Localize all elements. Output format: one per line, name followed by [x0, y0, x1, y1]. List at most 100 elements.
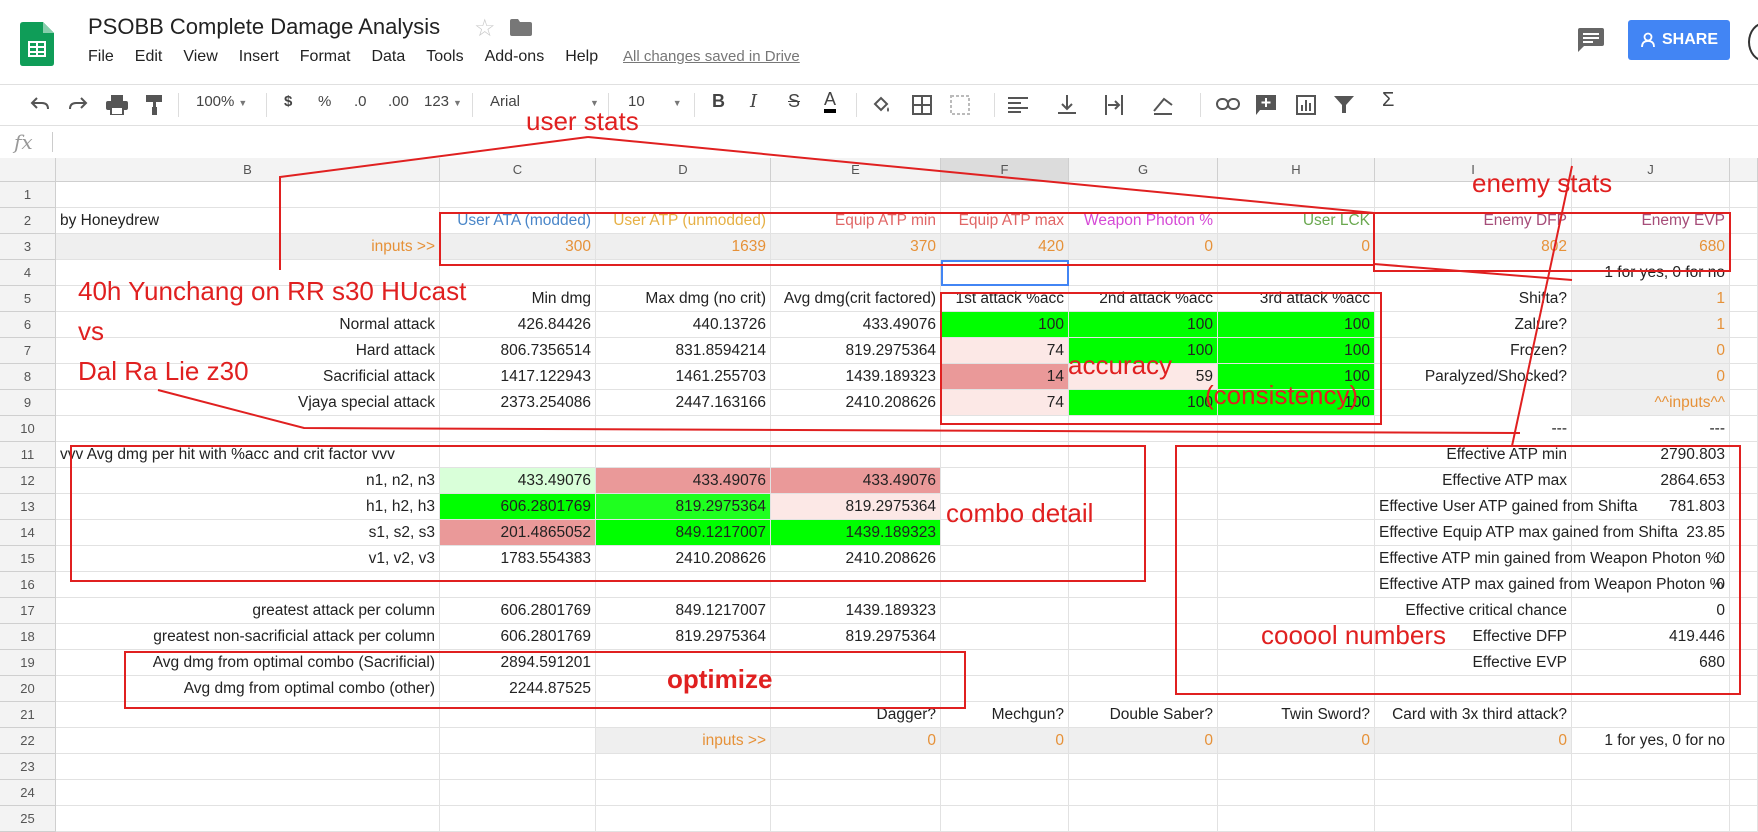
cell-d3[interactable]: 1639 — [596, 234, 771, 260]
cell-c14[interactable]: 201.4865052 — [440, 520, 596, 546]
currency-button[interactable]: $ — [284, 93, 292, 110]
cell-g14[interactable] — [1069, 520, 1218, 546]
cell-c18[interactable]: 606.2801769 — [440, 624, 596, 650]
cell-g25[interactable] — [1069, 806, 1218, 832]
cell-b2[interactable]: by Honeydrew — [56, 208, 440, 234]
cell-c6[interactable]: 426.84426 — [440, 312, 596, 338]
menu-tools[interactable]: Tools — [426, 48, 463, 66]
menu-edit[interactable]: Edit — [135, 48, 163, 66]
vertical-align-icon[interactable] — [1058, 95, 1076, 115]
insert-comment-icon[interactable] — [1256, 95, 1276, 115]
cell-i11[interactable]: Effective ATP min — [1375, 442, 1572, 468]
cell-i16[interactable]: Effective ATP max gained from Weapon Pho… — [1375, 572, 1723, 598]
cell-g8[interactable]: 59 — [1069, 364, 1218, 390]
cell-b17[interactable]: greatest attack per column — [56, 598, 440, 624]
cell-g23[interactable] — [1069, 754, 1218, 780]
column-header-e[interactable]: E — [771, 158, 941, 182]
cell-d25[interactable] — [596, 806, 771, 832]
cell-h6[interactable]: 100 — [1218, 312, 1375, 338]
cell-d14[interactable]: 849.1217007 — [596, 520, 771, 546]
cell-j2[interactable]: Enemy EVP — [1572, 208, 1730, 234]
row-header-25[interactable]: 25 — [0, 806, 56, 832]
cell-b15[interactable]: v1, v2, v3 — [56, 546, 440, 572]
folder-icon[interactable] — [510, 19, 532, 36]
cell-f19[interactable] — [941, 650, 1069, 676]
cell-e19[interactable] — [771, 650, 941, 676]
increase-decimal-button[interactable]: .00 — [388, 93, 409, 110]
cell-c4[interactable] — [440, 260, 596, 286]
cell-j15[interactable]: 0 — [1572, 546, 1730, 572]
cell-d5[interactable]: Max dmg (no crit) — [596, 286, 771, 312]
cell-f12[interactable] — [941, 468, 1069, 494]
cell-b23[interactable] — [56, 754, 440, 780]
cell-h19[interactable] — [1218, 650, 1375, 676]
bold-button[interactable]: B — [712, 91, 725, 112]
zoom-select[interactable]: 100% ▼ — [196, 93, 247, 110]
cell-f9[interactable]: 74 — [941, 390, 1069, 416]
cell-f4[interactable] — [941, 260, 1069, 286]
cell-e2[interactable]: Equip ATP min — [771, 208, 941, 234]
cell-f17[interactable] — [941, 598, 1069, 624]
row-header-18[interactable]: 18 — [0, 624, 56, 650]
cell-j1[interactable] — [1572, 182, 1730, 208]
cell-e20[interactable] — [771, 676, 941, 702]
cell-h10[interactable] — [1218, 416, 1375, 442]
row-header-6[interactable]: 6 — [0, 312, 56, 338]
cell-d8[interactable]: 1461.255703 — [596, 364, 771, 390]
column-header-d[interactable]: D — [596, 158, 771, 182]
cell-h22[interactable]: 0 — [1218, 728, 1375, 754]
cell-c24[interactable] — [440, 780, 596, 806]
cell-f18[interactable] — [941, 624, 1069, 650]
cell-g7[interactable]: 100 — [1069, 338, 1218, 364]
row-header-13[interactable]: 13 — [0, 494, 56, 520]
row-header-10[interactable]: 10 — [0, 416, 56, 442]
merge-cells-icon[interactable] — [950, 95, 970, 115]
cell-f2[interactable]: Equip ATP max — [941, 208, 1069, 234]
column-header-c[interactable]: C — [440, 158, 596, 182]
cell-f20[interactable] — [941, 676, 1069, 702]
row-header-16[interactable]: 16 — [0, 572, 56, 598]
cell-d18[interactable]: 819.2975364 — [596, 624, 771, 650]
cell-e3[interactable]: 370 — [771, 234, 941, 260]
cell-h18[interactable] — [1218, 624, 1375, 650]
menu-help[interactable]: Help — [565, 48, 598, 66]
share-button[interactable]: SHARE — [1628, 20, 1730, 60]
cell-e1[interactable] — [771, 182, 941, 208]
column-header-b[interactable]: B — [56, 158, 440, 182]
cell-d21[interactable] — [596, 702, 771, 728]
cell-j6[interactable]: 1 — [1572, 312, 1730, 338]
cell-g6[interactable]: 100 — [1069, 312, 1218, 338]
cell-f6[interactable]: 100 — [941, 312, 1069, 338]
cell-c1[interactable] — [440, 182, 596, 208]
cell-d22[interactable]: inputs >> — [596, 728, 771, 754]
cell-c13[interactable]: 606.2801769 — [440, 494, 596, 520]
cell-h8[interactable]: 100 — [1218, 364, 1375, 390]
cell-h1[interactable] — [1218, 182, 1375, 208]
cell-c8[interactable]: 1417.122943 — [440, 364, 596, 390]
cell-i10[interactable]: --- — [1375, 416, 1572, 442]
cell-b6[interactable]: Normal attack — [56, 312, 440, 338]
cell-f1[interactable] — [941, 182, 1069, 208]
cell-h23[interactable] — [1218, 754, 1375, 780]
cell-d17[interactable]: 849.1217007 — [596, 598, 771, 624]
cell-f8[interactable]: 14 — [941, 364, 1069, 390]
cell-g24[interactable] — [1069, 780, 1218, 806]
cell-j19[interactable]: 680 — [1572, 650, 1730, 676]
cell-j9[interactable]: ^^inputs^^ — [1572, 390, 1730, 416]
cell-g4[interactable] — [1069, 260, 1218, 286]
cell-j23[interactable] — [1572, 754, 1730, 780]
cell-d13[interactable]: 819.2975364 — [596, 494, 771, 520]
cell-i2[interactable]: Enemy DFP — [1375, 208, 1572, 234]
cell-e25[interactable] — [771, 806, 941, 832]
cell-i19[interactable]: Effective EVP — [1375, 650, 1572, 676]
cell-c15[interactable]: 1783.554383 — [440, 546, 596, 572]
percent-button[interactable]: % — [318, 93, 331, 110]
cell-d24[interactable] — [596, 780, 771, 806]
cell-g11[interactable] — [1069, 442, 1218, 468]
cell-e9[interactable]: 2410.208626 — [771, 390, 941, 416]
cell-b18[interactable]: greatest non-sacrificial attack per colu… — [56, 624, 440, 650]
cell-f25[interactable] — [941, 806, 1069, 832]
cell-i23[interactable] — [1375, 754, 1572, 780]
cell-j11[interactable]: 2790.803 — [1572, 442, 1730, 468]
cell-i13[interactable]: Effective User ATP gained from Shifta — [1375, 494, 1637, 520]
